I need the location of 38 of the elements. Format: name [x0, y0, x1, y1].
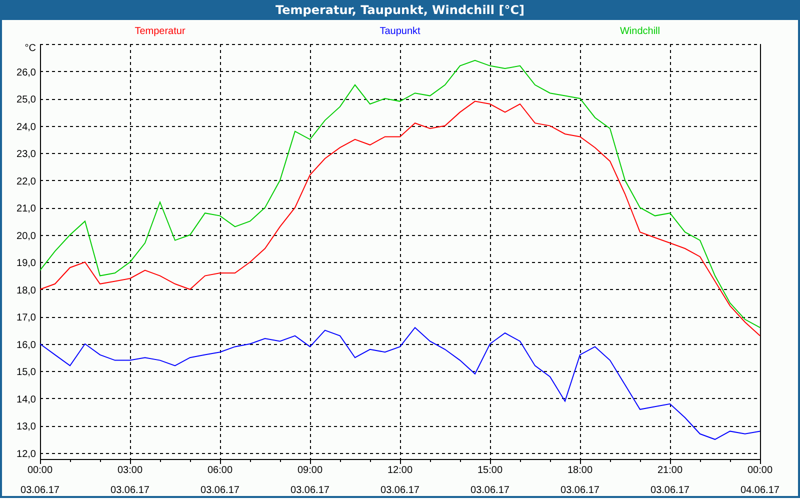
x-tick-label: 00:00	[27, 465, 53, 476]
y-tick-label: 20,0	[16, 230, 36, 242]
y-tick-label: 15,0	[16, 367, 36, 378]
y-tick-label: 13,0	[16, 422, 36, 433]
y-tick-label: 26,0	[16, 67, 36, 78]
legend-label: Temperatur	[134, 26, 186, 36]
x-tick-label: 12:00	[387, 465, 413, 476]
y-tick-label: 25,0	[16, 94, 36, 106]
legend-label: Windchill	[620, 26, 660, 36]
x-tick-label: 15:00	[477, 465, 503, 476]
y-tick-label: 14,0	[16, 394, 36, 406]
x-date-label: 03.06.17	[560, 485, 600, 496]
x-date-label: 04.06.17	[740, 485, 780, 496]
x-date-label: 03.06.17	[470, 485, 510, 496]
y-tick-label: 18,0	[16, 285, 36, 296]
x-date-label: 03.06.17	[290, 485, 330, 496]
x-date-label: 03.06.17	[20, 485, 60, 496]
x-tick-label: 00:00	[747, 465, 773, 476]
y-tick-label: 19,0	[16, 258, 36, 270]
y-tick-label: 22,0	[16, 176, 36, 188]
x-tick-label: 18:00	[567, 465, 593, 476]
x-date-label: 03.06.17	[650, 485, 690, 496]
legend-label: Taupunkt	[380, 26, 420, 36]
x-tick-label: 21:00	[657, 465, 683, 476]
y-axis-unit: °C	[24, 43, 36, 54]
y-tick-label: 16,0	[16, 340, 36, 351]
x-tick-label: 06:00	[207, 465, 233, 476]
y-tick-label: 21,0	[16, 204, 36, 215]
y-tick-label: 24,0	[16, 122, 36, 133]
y-tick-label: 23,0	[16, 149, 36, 160]
x-date-label: 03.06.17	[380, 485, 420, 496]
chart-title: Temperatur, Taupunkt, Windchill [°C]	[2, 0, 798, 20]
y-tick-label: 17,0	[16, 312, 36, 324]
x-date-label: 03.06.17	[200, 485, 240, 496]
x-tick-label: 09:00	[297, 465, 323, 476]
x-tick-label: 03:00	[117, 465, 143, 476]
y-tick-label: 12,0	[16, 449, 36, 460]
x-date-label: 03.06.17	[110, 485, 150, 496]
